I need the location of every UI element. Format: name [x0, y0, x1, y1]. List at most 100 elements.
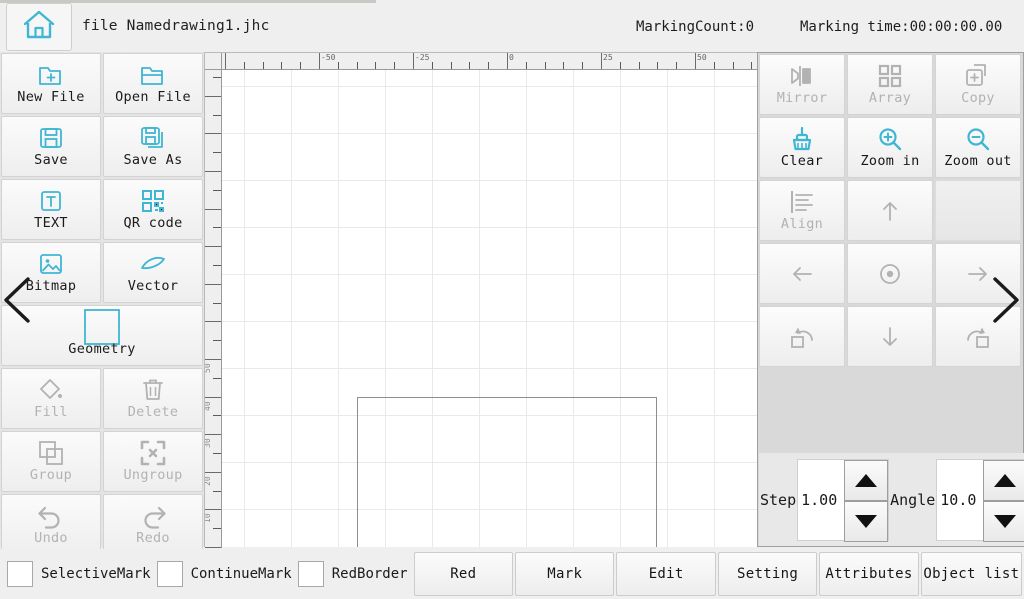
button-red[interactable]: Red: [413, 552, 514, 596]
ruler-tick: [488, 62, 490, 69]
ungroup-icon: [140, 440, 166, 466]
button-edit[interactable]: Edit: [616, 552, 716, 596]
rtool-rotate-left[interactable]: [759, 306, 845, 367]
ruler-tick: [213, 152, 221, 154]
ruler-tick: [225, 53, 226, 69]
ruler-tick: [205, 283, 221, 285]
tool-label: Delete: [127, 404, 179, 421]
ruler-tick: [431, 62, 433, 69]
transform-steppers: Step 1.00 Angle 10.0: [759, 453, 1024, 546]
step-decrement-button[interactable]: [844, 500, 889, 542]
button-setting[interactable]: Setting: [717, 552, 818, 596]
tool-label: Save As: [123, 152, 183, 169]
group-icon: [38, 440, 64, 466]
ruler-tick: [450, 62, 452, 69]
design-canvas[interactable]: -50 -25 0 25 50 50 40 30 20 10 0: [204, 52, 758, 548]
tool-group: Group: [1, 431, 101, 492]
floppy-icon: [38, 125, 64, 151]
angle-stepper[interactable]: 10.0: [936, 458, 1024, 542]
grid-line: [713, 70, 715, 547]
ruler-corner: [205, 53, 222, 70]
ruler-tick: [205, 359, 221, 360]
ruler-tick: [713, 62, 715, 69]
ruler-tick: [213, 77, 221, 78]
rtool-arrow-up[interactable]: [847, 180, 933, 241]
tool-label: QR code: [123, 215, 183, 232]
tool-redo: Redo: [103, 494, 203, 555]
tool-label: New File: [17, 89, 85, 106]
button-object-list[interactable]: Object list: [920, 552, 1023, 596]
ruler-tick: [205, 509, 221, 511]
ruler-tick: [205, 396, 221, 398]
rtool-arrow-down[interactable]: [847, 306, 933, 367]
ruler-tick: [205, 246, 221, 248]
mirror-icon: [789, 63, 815, 89]
checkbox-label: SelectiveMark: [41, 566, 151, 582]
ruler-tick: [213, 377, 221, 379]
ruler-tick: [337, 62, 339, 69]
tool-text[interactable]: TEXT: [1, 179, 101, 240]
rtool-label: Zoom in: [860, 153, 920, 170]
ruler-tick: [213, 528, 221, 530]
checkbox-continuemark[interactable]: [156, 561, 183, 587]
angle-value: 10.0: [940, 490, 977, 509]
rtool-align[interactable]: Align: [759, 180, 845, 241]
rtool-zoom-in[interactable]: Zoom in: [847, 117, 933, 178]
folder-plus-icon: [38, 62, 64, 88]
tool-save[interactable]: Save: [1, 116, 101, 177]
rtool-label: Clear: [780, 153, 824, 170]
angle-group: Angle 10.0: [889, 453, 1024, 546]
prev-page-button[interactable]: [2, 276, 32, 328]
ruler-label-v: 20: [205, 476, 212, 486]
rtool-mirror[interactable]: Mirror: [759, 54, 845, 115]
arrow-down-icon: [877, 324, 903, 350]
rtool-zoom-out[interactable]: Zoom out: [935, 117, 1021, 178]
ruler-tick: [205, 133, 221, 135]
step-increment-button[interactable]: [844, 459, 889, 501]
next-page-button[interactable]: [990, 276, 1020, 328]
tool-label: Redo: [136, 530, 170, 547]
rtool-clear[interactable]: Clear: [759, 117, 845, 178]
app-window: file Namedrawing1.jhc MarkingCount:0 Mar…: [0, 0, 1024, 599]
ruler-tick: [205, 171, 221, 172]
ruler-tick: [582, 62, 584, 69]
ruler-label-v: 50: [205, 363, 212, 373]
ruler-tick: [544, 62, 546, 69]
rtool-center-target[interactable]: [847, 243, 933, 304]
ruler-tick: [601, 53, 602, 69]
floppy-copy-icon: [140, 125, 166, 151]
angle-stepper-buttons: [983, 459, 1024, 542]
copy-icon: [965, 63, 991, 89]
ruler-tick: [213, 415, 221, 417]
tool-qr-code[interactable]: QR code: [103, 179, 203, 240]
canvas-grid[interactable]: [222, 70, 757, 547]
work-area-rectangle[interactable]: [356, 396, 658, 547]
tool-undo: Undo: [1, 494, 101, 555]
button-attributes[interactable]: Attributes: [819, 552, 919, 596]
tool-vector[interactable]: Vector: [103, 242, 203, 303]
grid-line: [222, 86, 757, 88]
tool-new-file[interactable]: New File: [1, 53, 101, 114]
square-icon: [83, 309, 121, 346]
ruler-tick: [563, 62, 565, 69]
tool-open-file[interactable]: Open File: [103, 53, 203, 114]
rtool-copy[interactable]: Copy: [935, 54, 1021, 115]
button-mark[interactable]: Mark: [515, 552, 615, 596]
angle-increment-button[interactable]: [983, 459, 1024, 501]
checkbox-selectivemark[interactable]: [7, 561, 33, 587]
step-stepper[interactable]: 1.00: [797, 458, 890, 542]
angle-decrement-button[interactable]: [983, 500, 1024, 542]
undo-icon: [37, 503, 65, 529]
checkbox-redborder[interactable]: [297, 561, 324, 587]
tool-save-as[interactable]: Save As: [103, 116, 203, 177]
ruler-tick: [356, 62, 358, 69]
rtool-array[interactable]: Array: [847, 54, 933, 115]
home-button[interactable]: [6, 3, 72, 51]
tool-label: TEXT: [34, 215, 68, 232]
tool-label: Geometry: [68, 341, 136, 358]
rtool-arrow-left[interactable]: [759, 243, 845, 304]
ruler-tick: [205, 208, 221, 210]
rtool-label: Zoom out: [944, 153, 1012, 170]
angle-label: Angle: [890, 490, 936, 509]
ruler-tick: [213, 490, 221, 492]
